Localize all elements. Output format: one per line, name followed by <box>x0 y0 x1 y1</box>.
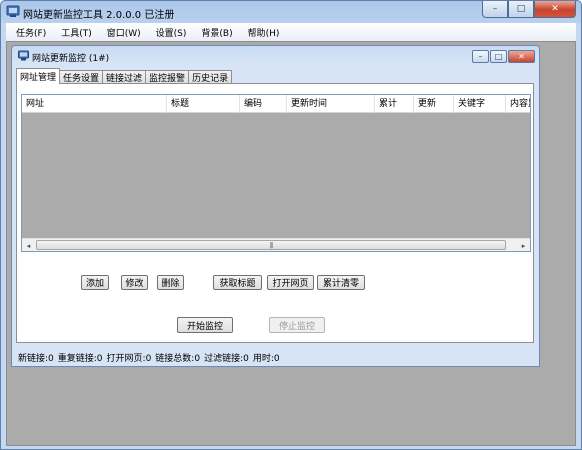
list-header: 网址 标题 编码 更新时间 累计 更新 关键字 内容监 <box>22 95 530 113</box>
scroll-right-icon[interactable]: ▸ <box>517 239 530 251</box>
horizontal-scrollbar[interactable]: ◂ ||| ▸ <box>22 238 530 251</box>
child-close-button[interactable]: ✕ <box>508 50 535 63</box>
child-minimize-button[interactable]: – <box>472 50 489 63</box>
child-caption-buttons: – □ ✕ <box>472 50 535 63</box>
status-duplicate-links: 重复链接:0 <box>57 353 103 364</box>
status-filtered-links: 过滤链接:0 <box>204 353 249 364</box>
tab-strip: 网址管理 任务设置 链接过滤 监控报警 历史记录 <box>16 68 233 84</box>
column-encoding[interactable]: 编码 <box>240 95 287 113</box>
open-page-button[interactable]: 打开网页 <box>267 275 314 290</box>
status-bar: 新链接:0 重复链接:0 打开网页:0 链接总数:0 过滤链接:0 用时:0 <box>16 350 536 364</box>
window-title: 网站更新监控工具 2.0.0.0 已注册 <box>23 10 175 21</box>
status-new-links: 新链接:0 <box>18 353 54 364</box>
mdi-client-area: 网站更新监控 (1#) – □ ✕ 网址管理 任务设置 链接过滤 监控报警 历史… <box>6 41 576 446</box>
column-total[interactable]: 累计 <box>375 95 414 113</box>
monitor-child-window: 网站更新监控 (1#) – □ ✕ 网址管理 任务设置 链接过滤 监控报警 历史… <box>11 45 540 367</box>
minimize-button[interactable]: – <box>482 1 508 18</box>
menu-background[interactable]: 背景(B) <box>201 26 232 39</box>
stop-monitor-button: 停止监控 <box>269 317 325 333</box>
status-total-links: 链接总数:0 <box>155 353 201 364</box>
close-button[interactable]: ✕ <box>534 1 576 18</box>
url-list-view[interactable]: 网址 标题 编码 更新时间 累计 更新 关键字 内容监 ◂ ||| ▸ <box>21 94 531 252</box>
tab-task-settings[interactable]: 任务设置 <box>59 70 104 84</box>
column-updates[interactable]: 更新 <box>414 95 454 113</box>
child-window-title: 网站更新监控 (1#) <box>32 54 110 64</box>
menu-task[interactable]: 任务(F) <box>16 26 46 39</box>
start-monitor-button[interactable]: 开始监控 <box>177 317 233 333</box>
maximize-button[interactable]: □ <box>508 1 534 18</box>
edit-button[interactable]: 修改 <box>121 275 148 290</box>
status-elapsed: 用时:0 <box>252 353 280 364</box>
scroll-left-icon[interactable]: ◂ <box>22 239 35 251</box>
menu-bar: 任务(F) 工具(T) 窗口(W) 设置(S) 背景(B) 帮助(H) <box>6 23 576 41</box>
tab-history[interactable]: 历史记录 <box>188 70 233 84</box>
clear-count-button[interactable]: 累计清零 <box>317 275 365 290</box>
main-window: 网站更新监控工具 2.0.0.0 已注册 – □ ✕ 任务(F) 工具(T) 窗… <box>0 0 582 450</box>
app-icon <box>6 5 20 17</box>
tab-url-management[interactable]: 网址管理 <box>16 68 61 84</box>
menu-window[interactable]: 窗口(W) <box>107 26 141 39</box>
menu-settings[interactable]: 设置(S) <box>156 26 187 39</box>
add-button[interactable]: 添加 <box>81 275 109 290</box>
column-update-time[interactable]: 更新时间 <box>287 95 375 113</box>
tab-link-filter[interactable]: 链接过滤 <box>102 70 147 84</box>
url-management-panel: 网址 标题 编码 更新时间 累计 更新 关键字 内容监 ◂ ||| ▸ <box>16 83 534 343</box>
tab-monitor-alarm[interactable]: 监控报警 <box>145 70 190 84</box>
column-title[interactable]: 标题 <box>167 95 240 113</box>
column-content-monitor[interactable]: 内容监 <box>506 95 530 113</box>
menu-tools[interactable]: 工具(T) <box>61 26 92 39</box>
menu-help[interactable]: 帮助(H) <box>248 26 280 39</box>
column-keywords[interactable]: 关键字 <box>454 95 506 113</box>
child-app-icon <box>18 50 29 61</box>
scroll-thumb[interactable]: ||| <box>36 240 506 250</box>
status-opened-pages: 打开网页:0 <box>106 353 152 364</box>
child-maximize-button[interactable]: □ <box>490 50 507 63</box>
delete-button[interactable]: 删除 <box>157 275 184 290</box>
column-url[interactable]: 网址 <box>22 95 167 113</box>
child-title-bar[interactable]: 网站更新监控 (1#) – □ ✕ <box>12 46 539 66</box>
window-caption-buttons: – □ ✕ <box>482 1 576 19</box>
fetch-title-button[interactable]: 获取标题 <box>213 275 262 290</box>
title-bar[interactable]: 网站更新监控工具 2.0.0.0 已注册 – □ ✕ <box>1 1 581 23</box>
